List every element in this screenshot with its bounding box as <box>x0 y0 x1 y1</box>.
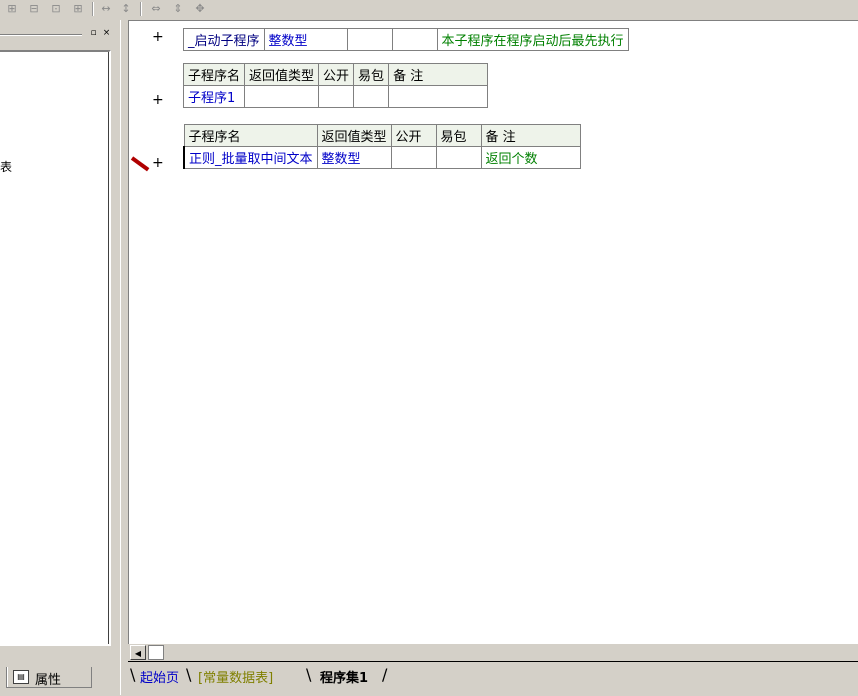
col-header-epackage: 易包 <box>353 63 390 86</box>
same-height-icon[interactable]: ⇕ <box>170 2 186 16</box>
col-header-public: 公开 <box>390 124 437 147</box>
scroll-left-button[interactable]: ◀ <box>130 645 146 660</box>
align-center-icon[interactable]: ⊟ <box>26 2 42 16</box>
panel-splitter[interactable] <box>120 20 127 695</box>
col-header-remark: 备 注 <box>480 124 581 147</box>
col-header-return-type: 返回值类型 <box>316 124 392 147</box>
table-header-row: 子程序名 返回值类型 公开 易包 备 注 <box>182 63 489 86</box>
sub2-remark[interactable]: 返回个数 <box>480 146 581 169</box>
startup-sub-table: _启动子程序 整数型 本子程序在程序启动后最先执行 <box>183 28 629 51</box>
table-row: 子程序1 <box>182 85 489 108</box>
same-width-icon[interactable]: ⇔ <box>148 2 164 16</box>
panel-content[interactable]: 表 <box>0 50 111 646</box>
sub1-return-type[interactable] <box>244 85 320 108</box>
toolbar-separator <box>92 2 94 16</box>
sub1-remark[interactable] <box>388 85 489 108</box>
properties-tab-label: 属性 <box>35 673 62 688</box>
scroll-track[interactable] <box>148 645 164 660</box>
tab-divider: / <box>382 665 388 684</box>
sub2-epackage-cell[interactable] <box>435 146 482 169</box>
startup-public-cell[interactable] <box>346 28 393 51</box>
startup-epackage-cell[interactable] <box>391 28 438 51</box>
align-right-icon[interactable]: ⊡ <box>48 2 64 16</box>
properties-icon: ▤ <box>13 670 29 684</box>
space-vertical-icon[interactable]: ↕ <box>118 2 134 16</box>
col-header-remark: 备 注 <box>388 63 489 86</box>
alignment-toolbar: ⊞ ⊟ ⊡ ⊞ ↔ ↕ ⇔ ⇕ ✥ <box>0 0 858 20</box>
col-header-public: 公开 <box>318 63 355 86</box>
tab-divider: \ <box>186 665 192 684</box>
sub2-return-type[interactable]: 整数型 <box>316 146 392 169</box>
same-size-icon[interactable]: ✥ <box>192 2 208 16</box>
panel-titlebar: ▫ × <box>0 28 117 42</box>
tab-constant-data[interactable]: [常量数据表] <box>198 667 273 686</box>
left-panel: ▫ × 表 <box>0 20 120 660</box>
col-header-name: 子程序名 <box>182 63 246 86</box>
table-row: 正则_批量取中间文本 整数型 返回个数 <box>182 146 581 169</box>
sub1-public-cell[interactable] <box>318 85 355 108</box>
startup-sub-name[interactable]: _启动子程序 <box>183 28 265 51</box>
code-editor[interactable]: + _启动子程序 整数型 本子程序在程序启动后最先执行 子程序名 返回值类型 公… <box>128 20 858 645</box>
tab-start-page[interactable]: 起始页 <box>140 667 179 686</box>
panel-close-icon[interactable]: × <box>101 28 112 39</box>
panel-restore-icon[interactable]: ▫ <box>88 28 99 39</box>
space-horizontal-icon[interactable]: ↔ <box>98 2 114 16</box>
expand-sub2-icon[interactable]: + <box>152 155 164 171</box>
table-row: _启动子程序 整数型 本子程序在程序启动后最先执行 <box>183 28 629 51</box>
panel-grip <box>0 34 82 36</box>
col-header-name: 子程序名 <box>183 124 318 147</box>
sub2-table: 子程序名 返回值类型 公开 易包 备 注 正则_批量取中间文本 整数型 返回个数 <box>182 124 581 169</box>
sub1-name[interactable]: 子程序1 <box>182 85 246 108</box>
properties-tab[interactable]: ▤ 属性 <box>6 667 92 688</box>
panel-partial-text: 表 <box>0 160 13 174</box>
sub1-table: 子程序名 返回值类型 公开 易包 备 注 子程序1 <box>182 63 489 108</box>
expand-sub1-icon[interactable]: + <box>152 92 164 108</box>
sub1-epackage-cell[interactable] <box>353 85 390 108</box>
align-left-icon[interactable]: ⊞ <box>4 2 20 16</box>
col-header-epackage: 易包 <box>435 124 482 147</box>
align-top-icon[interactable]: ⊞ <box>70 2 86 16</box>
expand-startup-icon[interactable]: + <box>152 29 164 45</box>
startup-return-type[interactable]: 整数型 <box>263 28 348 51</box>
table-header-row: 子程序名 返回值类型 公开 易包 备 注 <box>183 124 581 147</box>
document-tab-bar: \ 起始页 \ [常量数据表] \ 程序集1 / <box>128 661 858 696</box>
horizontal-scrollbar[interactable]: ◀ <box>128 644 858 661</box>
tab-program-set-1[interactable]: 程序集1 <box>320 667 368 686</box>
startup-remark[interactable]: 本子程序在程序启动后最先执行 <box>436 28 629 51</box>
sub2-public-cell[interactable] <box>390 146 437 169</box>
editor-gutter <box>129 21 151 645</box>
tab-divider: \ <box>306 665 312 684</box>
col-header-return-type: 返回值类型 <box>244 63 320 86</box>
tab-divider: \ <box>130 665 136 684</box>
sub2-name[interactable]: 正则_批量取中间文本 <box>182 146 318 169</box>
toolbar-separator <box>140 2 142 16</box>
